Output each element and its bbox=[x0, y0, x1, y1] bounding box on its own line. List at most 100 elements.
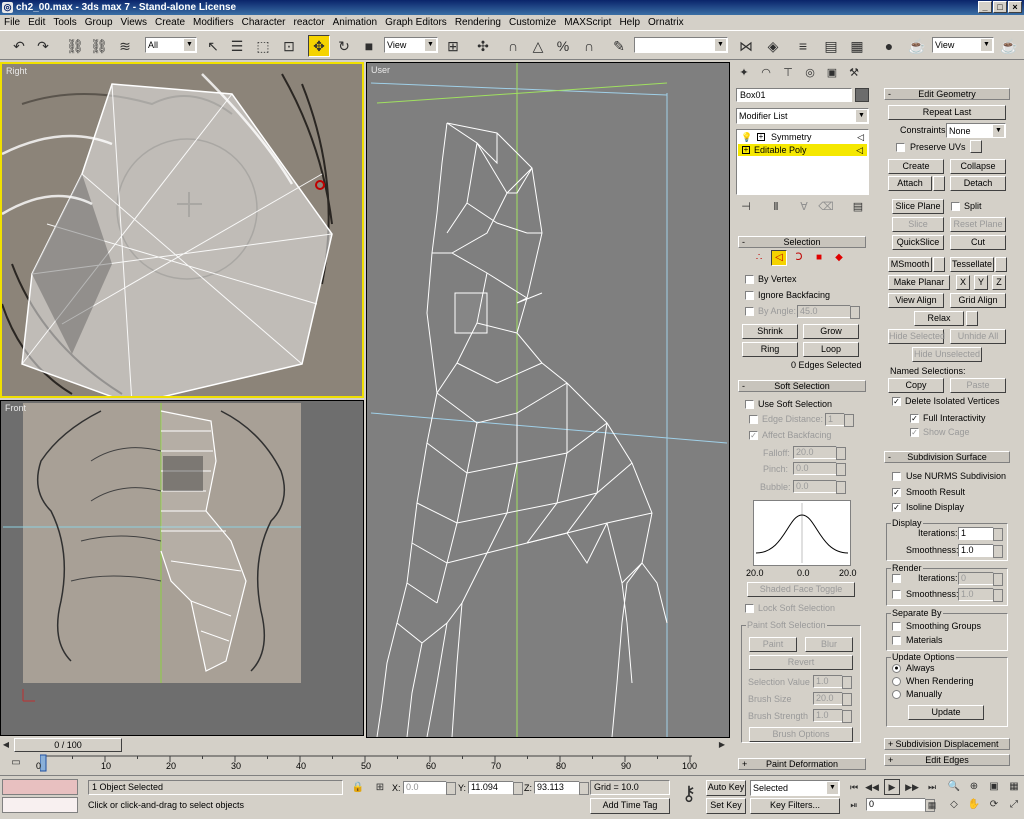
schematic-view-icon[interactable]: ▦ bbox=[846, 35, 868, 57]
menu-graph-editors[interactable]: Graph Editors bbox=[381, 15, 451, 30]
current-frame-field[interactable]: 0 bbox=[866, 798, 935, 812]
stack-item-symmetry[interactable]: 💡 + Symmetry ◁ bbox=[737, 131, 868, 143]
planar-x-button[interactable]: X bbox=[956, 275, 970, 290]
smooth-result-checkbox[interactable]: ✓ bbox=[892, 488, 901, 497]
previous-frame-icon[interactable]: ◀◀ bbox=[864, 779, 880, 795]
collapse-button[interactable]: Collapse bbox=[950, 159, 1006, 174]
display-tab-icon[interactable]: ▣ bbox=[823, 64, 841, 82]
by-angle-checkbox[interactable] bbox=[745, 307, 754, 316]
snap-toggle-icon[interactable]: ∩ bbox=[502, 35, 524, 57]
view-align-button[interactable]: View Align bbox=[888, 293, 944, 308]
menu-edit[interactable]: Edit bbox=[24, 15, 49, 30]
paint-deformation-rollout-header[interactable]: + Paint Deformation bbox=[738, 758, 866, 770]
redo-icon[interactable]: ↷ bbox=[32, 35, 54, 57]
curve-editor-icon[interactable]: ▤ bbox=[820, 35, 842, 57]
menu-ornatrix[interactable]: Ornatrix bbox=[644, 15, 688, 30]
detach-button[interactable]: Detach bbox=[950, 176, 1006, 191]
angle-snap-icon[interactable]: △ bbox=[527, 35, 549, 57]
maxscript-listener-mini[interactable] bbox=[2, 779, 78, 795]
align-icon[interactable]: ◈ bbox=[762, 35, 784, 57]
create-tab-icon[interactable]: ✦ bbox=[735, 64, 753, 82]
menu-reactor[interactable]: reactor bbox=[290, 15, 329, 30]
zoom-all-icon[interactable]: ⊕ bbox=[966, 779, 982, 795]
set-key-button[interactable]: Set Key bbox=[706, 798, 746, 814]
motion-tab-icon[interactable]: ◎ bbox=[801, 64, 819, 82]
time-slider[interactable]: ◀ 0 / 100 ▶ bbox=[0, 738, 730, 752]
paste-button[interactable]: Paste bbox=[950, 378, 1006, 393]
slider-next-icon[interactable]: ▶ bbox=[716, 738, 728, 752]
pan-view-icon[interactable]: ✋ bbox=[966, 797, 982, 813]
maximize-viewport-icon[interactable]: ⤢ bbox=[1006, 797, 1022, 813]
maxscript-input-mini[interactable] bbox=[2, 797, 78, 813]
planar-y-button[interactable]: Y bbox=[974, 275, 988, 290]
by-vertex-checkbox[interactable] bbox=[745, 275, 754, 284]
tessellate-button[interactable]: Tessellate bbox=[950, 257, 994, 272]
materials-checkbox[interactable] bbox=[892, 636, 901, 645]
pinch-spinner[interactable]: 0.0 bbox=[793, 462, 846, 476]
display-iterations-spinner[interactable]: 1 bbox=[958, 527, 1003, 541]
affect-backfacing-checkbox[interactable]: ✓ bbox=[749, 431, 758, 440]
viewport-user[interactable]: User bbox=[366, 62, 730, 738]
key-filters-button[interactable]: Key Filters... bbox=[750, 798, 840, 814]
layer-manager-icon[interactable]: ≡ bbox=[792, 35, 814, 57]
modifier-stack[interactable]: 💡 + Symmetry ◁ + Editable Poly ◁ bbox=[736, 129, 869, 195]
brush-strength-spinner[interactable]: 1.0 bbox=[813, 709, 852, 723]
key-mode-toggle-icon[interactable]: ⏯ bbox=[846, 797, 862, 813]
quickslice-button[interactable]: QuickSlice bbox=[892, 235, 944, 250]
menu-rendering[interactable]: Rendering bbox=[451, 15, 505, 30]
window-crossing-icon[interactable]: ⊡ bbox=[278, 35, 300, 57]
paint-button[interactable]: Paint bbox=[749, 637, 797, 652]
render-iterations-checkbox[interactable] bbox=[892, 574, 901, 583]
relax-button[interactable]: Relax bbox=[914, 311, 964, 326]
zoom-icon[interactable]: 🔍 bbox=[946, 779, 962, 795]
vertex-mode-icon[interactable]: ∴ bbox=[751, 250, 767, 266]
loop-button[interactable]: Loop bbox=[803, 342, 859, 357]
ignore-backfacing-checkbox[interactable] bbox=[745, 291, 754, 300]
object-name-field[interactable]: Box01 bbox=[736, 88, 852, 102]
maximize-button[interactable]: □ bbox=[993, 1, 1007, 13]
pivot-center-icon[interactable]: ⊞ bbox=[442, 35, 464, 57]
quick-render-icon[interactable]: ☕ bbox=[998, 35, 1020, 57]
attach-button[interactable]: Attach bbox=[888, 176, 932, 191]
msmooth-button[interactable]: MSmooth bbox=[888, 257, 932, 272]
border-mode-icon[interactable]: Ↄ bbox=[791, 250, 807, 266]
menu-help[interactable]: Help bbox=[615, 15, 644, 30]
msmooth-settings-button[interactable] bbox=[933, 257, 945, 272]
polygon-mode-icon[interactable]: ■ bbox=[811, 250, 827, 266]
add-time-tag-button[interactable]: Add Time Tag bbox=[590, 798, 670, 814]
mirror-icon[interactable]: ⋈ bbox=[735, 35, 757, 57]
tessellate-settings-button[interactable] bbox=[995, 257, 1007, 272]
show-end-result-icon[interactable]: Ⅱ bbox=[766, 198, 786, 216]
smoothing-groups-checkbox[interactable] bbox=[892, 622, 901, 631]
edge-distance-checkbox[interactable] bbox=[749, 415, 758, 424]
edge-mode-icon[interactable]: ◁ bbox=[771, 250, 787, 266]
display-smoothness-spinner[interactable]: 1.0 bbox=[958, 544, 1003, 558]
time-slider-thumb[interactable]: 0 / 100 bbox=[14, 738, 122, 752]
menu-views[interactable]: Views bbox=[117, 15, 152, 30]
revert-button[interactable]: Revert bbox=[749, 655, 853, 670]
brush-size-spinner[interactable]: 20.0 bbox=[813, 692, 852, 706]
render-smoothness-checkbox[interactable] bbox=[892, 590, 901, 599]
planar-z-button[interactable]: Z bbox=[992, 275, 1006, 290]
edit-edges-rollout-header[interactable]: + Edit Edges bbox=[884, 754, 1010, 766]
subdivision-surface-rollout-header[interactable]: - Subdivision Surface bbox=[884, 451, 1010, 463]
set-key-filter-key-icon[interactable]: ⚷ bbox=[676, 782, 702, 808]
viewport-label-user[interactable]: User bbox=[371, 65, 390, 75]
when-rendering-radio[interactable] bbox=[892, 677, 901, 686]
slice-plane-button[interactable]: Slice Plane bbox=[892, 199, 944, 214]
light-bulb-icon[interactable]: 💡 bbox=[741, 131, 752, 143]
spinner-snap-icon[interactable]: ∩ bbox=[578, 35, 600, 57]
track-bar[interactable]: ▭ 0 10 20 30 40 50 60 70 80 90 100 bbox=[0, 753, 730, 775]
go-to-start-icon[interactable]: ⏮ bbox=[846, 779, 862, 795]
selection-rollout-header[interactable]: - Selection bbox=[738, 236, 866, 248]
hierarchy-tab-icon[interactable]: ⊤ bbox=[779, 64, 797, 82]
viewport-label-right[interactable]: Right bbox=[6, 66, 27, 76]
next-frame-icon[interactable]: ▶▶ bbox=[904, 779, 920, 795]
ring-button[interactable]: Ring bbox=[742, 342, 798, 357]
soft-selection-rollout-header[interactable]: - Soft Selection bbox=[738, 380, 866, 392]
select-manipulate-icon[interactable]: ✣ bbox=[472, 35, 494, 57]
unlink-icon[interactable]: ⛓ bbox=[88, 35, 110, 57]
object-color-swatch[interactable] bbox=[855, 88, 869, 102]
make-planar-button[interactable]: Make Planar bbox=[888, 275, 950, 290]
modifier-list-dropdown[interactable]: Modifier List bbox=[736, 108, 869, 124]
